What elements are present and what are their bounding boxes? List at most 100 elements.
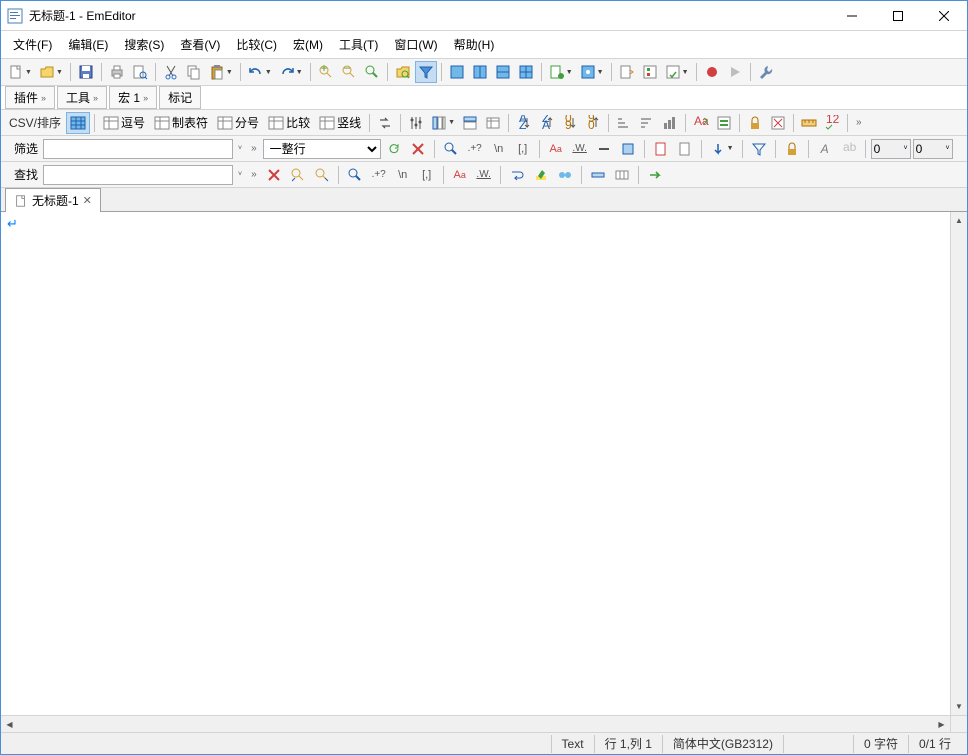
csv-vline-button[interactable]: 竖线 [315,112,365,134]
extract-button[interactable] [713,112,735,134]
sort-za-button[interactable]: ZA [536,112,558,134]
scroll-up-icon[interactable]: ▲ [951,212,967,229]
csv-tab-button[interactable]: 制表符 [150,112,212,134]
ruler-button[interactable] [798,112,820,134]
find-selection-button[interactable] [587,164,609,186]
open-file-button[interactable]: ▼ [36,61,66,83]
find-clear-button[interactable] [263,164,285,186]
menu-macro[interactable]: 宏(M) [285,32,331,57]
filter-font-button[interactable]: A [814,138,836,160]
readonly-button[interactable] [767,112,789,134]
minimize-button[interactable] [829,1,875,31]
filter-input[interactable] [43,139,233,159]
line-num-button[interactable]: 123 [821,112,843,134]
config-button[interactable]: ▼ [546,61,576,83]
filter-lock-button[interactable] [781,138,803,160]
menu-window[interactable]: 窗口(W) [386,32,445,57]
filter-overflow[interactable]: » [247,143,261,154]
overflow-icon[interactable]: » [852,117,866,128]
csv-semicolon-button[interactable]: 分号 [213,112,263,134]
status-mode[interactable]: Text [551,735,594,753]
horizontal-scrollbar[interactable]: ◀ ▶ [1,715,967,732]
menu-help[interactable]: 帮助(H) [446,32,503,57]
save-button[interactable] [75,61,97,83]
undo-button[interactable]: ▼ [245,61,275,83]
sort-freq-button[interactable] [659,112,681,134]
menu-tool[interactable]: 工具(T) [331,32,386,57]
vertical-scrollbar[interactable]: ▲ ▼ [950,212,967,715]
find-wrap-button[interactable] [506,164,528,186]
sort-len-asc-button[interactable] [613,112,635,134]
wrap-button[interactable] [616,61,638,83]
filter-zoom-button[interactable] [440,138,462,160]
find-input[interactable] [43,165,233,185]
find-go-button[interactable] [644,164,666,186]
sort-az-button[interactable]: AZ [513,112,535,134]
tooltab-marks[interactable]: 标记 [159,86,201,109]
filter-refresh-button[interactable] [383,138,405,160]
grid-3-button[interactable] [492,61,514,83]
menu-compare[interactable]: 比较(C) [228,32,285,57]
find-highlight-button[interactable] [530,164,552,186]
tooltab-tools[interactable]: 工具» [57,86,107,109]
sort-09-button[interactable]: 09 [559,112,581,134]
redo-button[interactable]: ▼ [276,61,306,83]
grid-2-button[interactable] [469,61,491,83]
filter-word-button[interactable]: .W. [569,138,591,160]
csv-mode-button[interactable] [66,112,90,134]
filter-above-lines[interactable]: 0˅ [871,139,911,159]
print-button[interactable] [106,61,128,83]
find-incremental-button[interactable] [554,164,576,186]
properties-button[interactable]: ▼ [577,61,607,83]
menu-view[interactable]: 查看(V) [172,32,228,57]
filter-page-button[interactable] [674,138,696,160]
paste-button[interactable]: ▼ [206,61,236,83]
zoom-in-button[interactable]: + [315,61,337,83]
toggle-button[interactable] [482,112,504,134]
spelling-button[interactable]: ▼ [662,61,692,83]
filter-case-button[interactable]: Aa [545,138,567,160]
find-escape-button[interactable]: \n [392,164,414,186]
filter-escape-button[interactable]: \n [488,138,510,160]
tooltab-macro[interactable]: 宏 1» [109,86,157,109]
find-case-button[interactable]: Aa [449,164,471,186]
sort-len-desc-button[interactable] [636,112,658,134]
record-macro-button[interactable] [701,61,723,83]
filter-spell-button[interactable]: ab [838,138,860,160]
menu-edit[interactable]: 编辑(E) [60,32,116,57]
document-tab[interactable]: 无标题-1 ✕ [5,188,101,212]
maximize-button[interactable] [875,1,921,31]
find-prev-button[interactable] [287,164,309,186]
grid-1-button[interactable] [446,61,468,83]
grid-4-button[interactable] [515,61,537,83]
convert-button[interactable] [374,112,396,134]
find-overflow[interactable]: » [247,169,261,180]
filter-bracket-button[interactable]: [,] [512,138,534,160]
filter-book-button[interactable] [617,138,639,160]
tab-close-icon[interactable]: ✕ [83,194,92,207]
find-button[interactable] [361,61,383,83]
filter-clear-button[interactable] [407,138,429,160]
zoom-out-button[interactable]: − [338,61,360,83]
sort-90-button[interactable]: 90 [582,112,604,134]
adjust-button[interactable] [405,112,427,134]
tool-button[interactable] [755,61,777,83]
columns-button[interactable]: ▼ [428,112,458,134]
bookmarks-button[interactable] [639,61,661,83]
status-encoding[interactable]: 简体中文(GB2312) [662,735,783,753]
filter-funnel-button[interactable] [748,138,770,160]
lock-button[interactable] [744,112,766,134]
find-word-button[interactable]: .W. [473,164,495,186]
editor-area[interactable]: ↵ ▲ ▼ [1,212,967,715]
filter-button[interactable] [415,61,437,83]
find-zoom-button[interactable] [344,164,366,186]
filter-down-button[interactable]: ▼ [707,138,737,160]
filter-doc-button[interactable] [650,138,672,160]
find-count-button[interactable] [611,164,633,186]
scroll-down-icon[interactable]: ▼ [951,698,967,715]
new-file-button[interactable]: ▼ [5,61,35,83]
scroll-right-icon[interactable]: ▶ [933,716,950,732]
csv-compare-button[interactable]: 比较 [264,112,314,134]
find-regex-button[interactable]: .+? [368,164,390,186]
cut-button[interactable] [160,61,182,83]
